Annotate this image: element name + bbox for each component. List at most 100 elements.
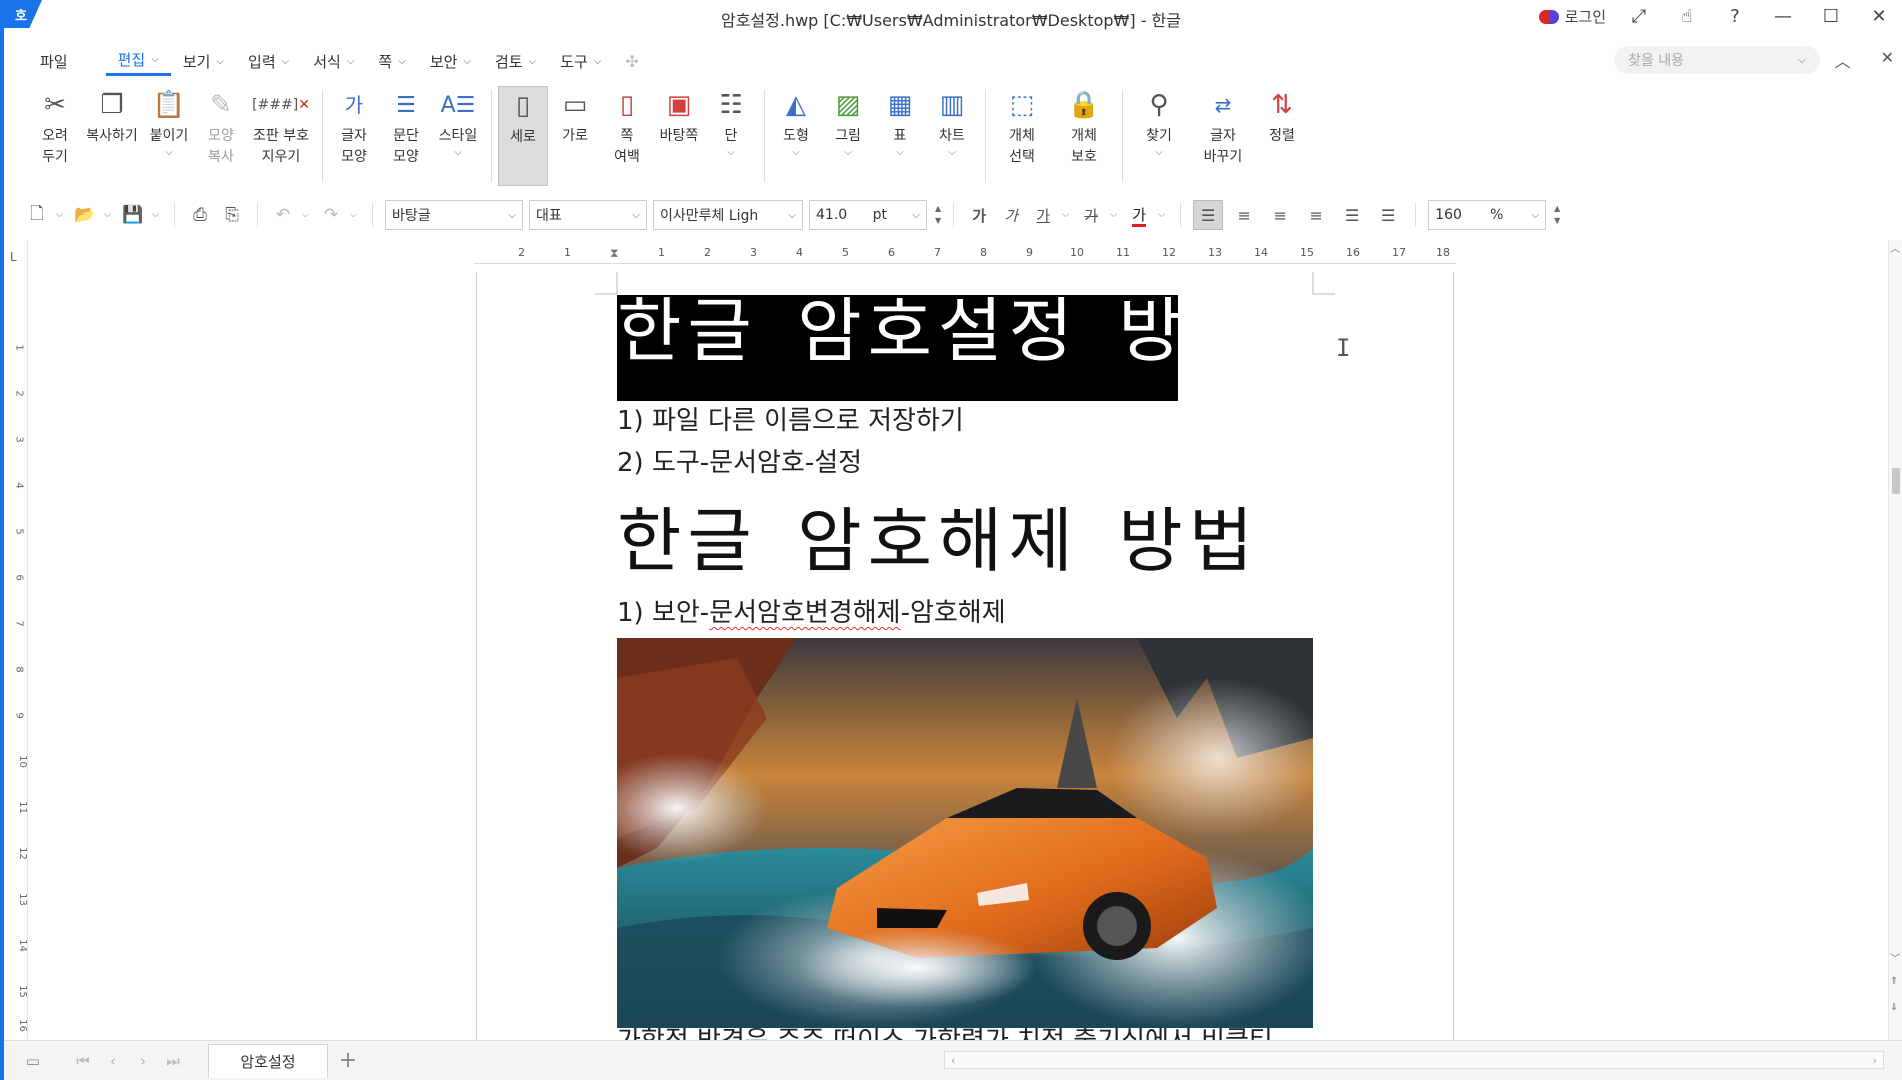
language-select[interactable]: 대표 ⌵: [529, 200, 647, 230]
chevron-down-icon[interactable]: ⌵: [454, 147, 462, 159]
login-button[interactable]: 로그인: [1538, 6, 1606, 27]
style-button[interactable]: A☰ 스타일 ⌵: [433, 86, 483, 159]
strike-button[interactable]: 가: [1078, 205, 1104, 226]
chevron-down-icon[interactable]: ⌵: [1798, 53, 1806, 67]
indent-marker-icon[interactable]: ⧗: [610, 246, 618, 261]
menu-view[interactable]: 보기 ⌵: [171, 46, 236, 76]
step-security-remove[interactable]: 1) 보안-문서암호변경해제-암호해제: [617, 592, 1006, 629]
horizontal-scrollbar[interactable]: ‹ ›: [944, 1051, 1884, 1069]
chevron-down-icon[interactable]: ⌵: [896, 147, 904, 159]
facing-page-button[interactable]: ▣ 바탕쪽: [654, 86, 704, 147]
align-distribute-button[interactable]: ☰: [1337, 200, 1367, 230]
heading-password-set[interactable]: 한글 암호설정 방법: [617, 295, 1253, 401]
save-icon[interactable]: 💾: [120, 205, 146, 225]
chevron-down-icon[interactable]: ⌵: [948, 147, 956, 159]
table-button[interactable]: ▦ 표 ⌵: [875, 86, 925, 159]
chevron-down-icon[interactable]: ⌵: [844, 147, 852, 159]
chevron-down-icon[interactable]: ⌵: [302, 210, 312, 220]
picture-button[interactable]: ▨ 그림 ⌵: [823, 86, 873, 159]
last-page-icon[interactable]: ⏭: [158, 1052, 188, 1070]
step-save-as[interactable]: 1) 파일 다른 이름으로 저장하기: [617, 400, 964, 437]
clear-code-button[interactable]: [###] ✕ 조판 부호 지우기: [248, 86, 314, 168]
prev-page-icon[interactable]: ‹: [98, 1052, 128, 1070]
sort-button[interactable]: ⇅ 정렬: [1257, 86, 1307, 147]
find-button[interactable]: ⚲ 찾기 ⌵: [1129, 86, 1189, 159]
replace-char-button[interactable]: ⇄ 글자 바꾸기: [1191, 86, 1255, 168]
para-shape-button[interactable]: ☰ 문단 모양: [381, 86, 431, 168]
new-document-icon[interactable]: 🗋: [24, 201, 50, 230]
tab-password-doc[interactable]: 암호설정: [208, 1043, 328, 1078]
menu-security[interactable]: 보안 ⌵: [418, 46, 483, 76]
help-icon[interactable]: ?: [1720, 6, 1750, 27]
chevron-down-icon[interactable]: ⌵: [56, 210, 66, 220]
find-input[interactable]: 찾을 내용 ⌵: [1614, 46, 1820, 74]
scroll-thumb[interactable]: [1892, 468, 1900, 494]
chevron-down-icon[interactable]: ⌵: [1158, 210, 1168, 220]
chevron-down-icon[interactable]: ⌵: [1155, 147, 1163, 159]
chevron-down-icon[interactable]: ⌵: [152, 210, 162, 220]
chevron-down-icon[interactable]: ⌵: [350, 210, 360, 220]
scroll-up-icon[interactable]: ︿: [1890, 240, 1900, 255]
vertical-scrollbar[interactable]: ︿ ﹀ ⇑ ⇓: [1888, 240, 1902, 1040]
page-margin-button[interactable]: ▯ 쪽 여백: [602, 86, 652, 168]
object-select-button[interactable]: ⬚ 개체 선택: [992, 86, 1052, 168]
menu-review[interactable]: 검토 ⌵: [483, 46, 548, 76]
menu-tools[interactable]: 도구 ⌵: [548, 46, 613, 76]
align-left-button[interactable]: ≡: [1229, 200, 1259, 230]
next-page-icon[interactable]: ›: [128, 1052, 158, 1070]
inserted-car-image[interactable]: [617, 638, 1313, 1028]
align-divide-button[interactable]: ☰: [1373, 200, 1403, 230]
page-down-icon[interactable]: ⇓: [1890, 1002, 1898, 1013]
chevron-down-icon[interactable]: ⌵: [792, 147, 800, 159]
chevron-down-icon[interactable]: ⌵: [1110, 210, 1120, 220]
touch-mode-icon[interactable]: ☝: [1672, 6, 1702, 27]
page-up-icon[interactable]: ⇑: [1890, 976, 1898, 987]
copy-button[interactable]: ❐ 복사하기: [82, 86, 142, 147]
page-view-icon[interactable]: ▭: [18, 1052, 48, 1070]
scroll-left-icon[interactable]: ‹: [951, 1054, 955, 1067]
undo-icon[interactable]: ↶: [270, 205, 296, 225]
chart-button[interactable]: ▥ 차트 ⌵: [927, 86, 977, 159]
style-select[interactable]: 바탕글 ⌵: [385, 200, 523, 230]
open-folder-icon[interactable]: 📂: [72, 205, 98, 225]
menu-insert[interactable]: 입력 ⌵: [236, 46, 301, 76]
menu-page[interactable]: 쪽 ⌵: [366, 46, 417, 76]
close-doc-icon[interactable]: ✕: [1881, 48, 1894, 72]
zoom-input[interactable]: 160 % ⌵: [1428, 200, 1547, 230]
scroll-down-icon[interactable]: ﹀: [1890, 950, 1900, 965]
cut-button[interactable]: ✂ 오려 두기: [30, 86, 80, 168]
menu-extra[interactable]: ✣: [613, 46, 650, 76]
scroll-right-icon[interactable]: ›: [1873, 1054, 1877, 1067]
bold-button[interactable]: 가: [966, 205, 992, 226]
first-page-icon[interactable]: ⏮: [68, 1052, 98, 1070]
char-shape-button[interactable]: 가 글자 모양: [329, 86, 379, 168]
font-size-stepper[interactable]: ▲ ▼: [935, 203, 941, 227]
add-tab-button[interactable]: +: [328, 1048, 368, 1073]
chevron-down-icon[interactable]: ⌵: [1062, 210, 1072, 220]
collapse-ribbon-icon[interactable]: ︿: [1835, 48, 1851, 72]
print-icon[interactable]: ⎙: [187, 205, 213, 225]
chevron-down-icon[interactable]: ⌵: [165, 147, 173, 159]
italic-button[interactable]: 가: [998, 205, 1024, 226]
font-size-input[interactable]: 41.0 pt ⌵: [809, 200, 927, 230]
font-color-button[interactable]: 가: [1126, 205, 1152, 227]
menu-edit[interactable]: 편집 ⌵: [105, 46, 171, 76]
minimize-button[interactable]: —: [1768, 6, 1798, 27]
font-select[interactable]: 이사만루체 Ligh ⌵: [653, 200, 803, 230]
chevron-down-icon[interactable]: ⌵: [104, 210, 114, 220]
portrait-button[interactable]: ▯ 세로: [498, 86, 548, 186]
zoom-stepper[interactable]: ▲ ▼: [1554, 203, 1560, 227]
paste-button[interactable]: 📋 붙이기 ⌵: [144, 86, 194, 159]
menu-file[interactable]: 파일: [28, 46, 80, 76]
maximize-button[interactable]: ☐: [1816, 6, 1846, 27]
landscape-button[interactable]: ▭ 가로: [550, 86, 600, 147]
step-tools-password[interactable]: 2) 도구-문서암호-설정: [617, 442, 862, 479]
shape-button[interactable]: ◭ 도형 ⌵: [771, 86, 821, 159]
underline-button[interactable]: 가: [1030, 205, 1056, 226]
close-button[interactable]: ✕: [1864, 6, 1894, 27]
fullscreen-icon[interactable]: ⤢: [1624, 6, 1654, 27]
redo-icon[interactable]: ↷: [318, 205, 344, 225]
ruler-corner-icon[interactable]: L: [10, 250, 17, 264]
align-center-button[interactable]: ≡: [1265, 200, 1295, 230]
columns-button[interactable]: ☷ 단 ⌵: [706, 86, 756, 159]
